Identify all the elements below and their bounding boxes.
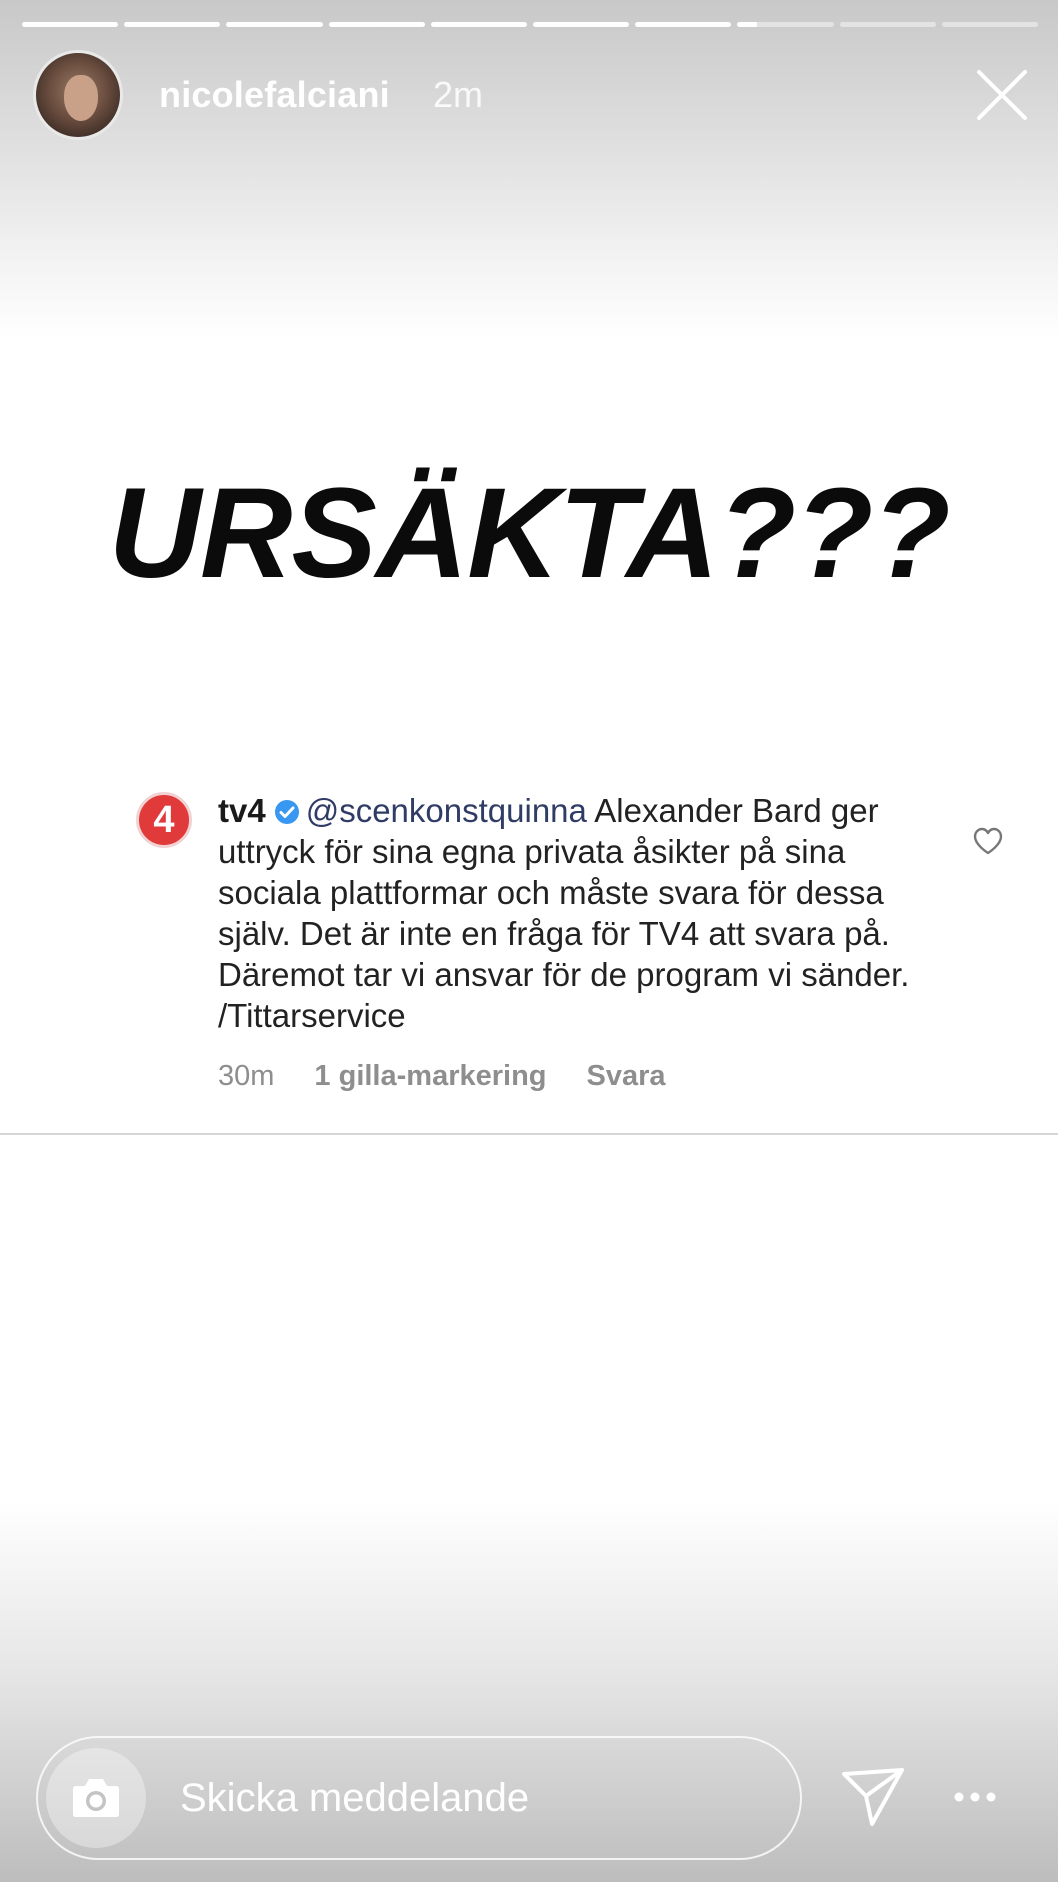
progress-segment (737, 22, 834, 27)
top-gradient (0, 0, 1058, 340)
progress-segment (22, 22, 119, 27)
heart-icon[interactable] (972, 826, 1004, 856)
progress-segment-fill (226, 22, 323, 27)
progress-segment-fill (328, 22, 425, 27)
progress-segment-fill (635, 22, 732, 27)
close-icon[interactable] (975, 68, 1029, 122)
progress-segment-fill (533, 22, 630, 27)
comment-mention[interactable]: @scenkonstquinna (306, 792, 587, 829)
progress-segment-fill (22, 22, 119, 27)
message-input[interactable]: Skicka meddelande (180, 1770, 780, 1826)
tv4-logo-text: 4 (153, 799, 175, 841)
avatar-face (64, 75, 98, 121)
camera-button[interactable] (46, 1748, 146, 1848)
divider (0, 1133, 1058, 1135)
more-icon[interactable] (950, 1780, 1000, 1814)
progress-segment-fill (430, 22, 528, 27)
progress-segment (941, 22, 1039, 27)
progress-segment (226, 22, 323, 27)
send-icon[interactable] (838, 1762, 908, 1832)
comment-likes[interactable]: 1 gilla-markering (314, 1060, 546, 1092)
progress-segment (533, 22, 630, 27)
comment-body: tv4 @scenkonstquinna Alexander Bard ger u… (218, 790, 938, 1036)
comment-time: 30m (218, 1060, 275, 1092)
comment-meta: 30m 1 gilla-markering Svara (218, 1060, 706, 1093)
avatar[interactable] (33, 50, 123, 140)
progress-segment-fill (737, 22, 757, 27)
reply-button[interactable]: Svara (587, 1060, 666, 1092)
story-username[interactable]: nicolefalciani (159, 74, 390, 116)
tv4-logo: 4 (136, 792, 192, 848)
progress-segment (635, 22, 732, 27)
verified-icon (274, 793, 300, 824)
story-time: 2m (433, 74, 484, 115)
progress-segment (124, 22, 221, 27)
progress-segment (839, 22, 936, 27)
progress-segment (328, 22, 425, 27)
camera-icon (73, 1779, 119, 1817)
progress-segment (430, 22, 528, 27)
comment-author[interactable]: tv4 (218, 792, 266, 829)
story-progress-bar (22, 22, 1039, 27)
progress-segment-fill (124, 22, 221, 27)
story-headline: URSÄKTA??? (108, 462, 951, 605)
